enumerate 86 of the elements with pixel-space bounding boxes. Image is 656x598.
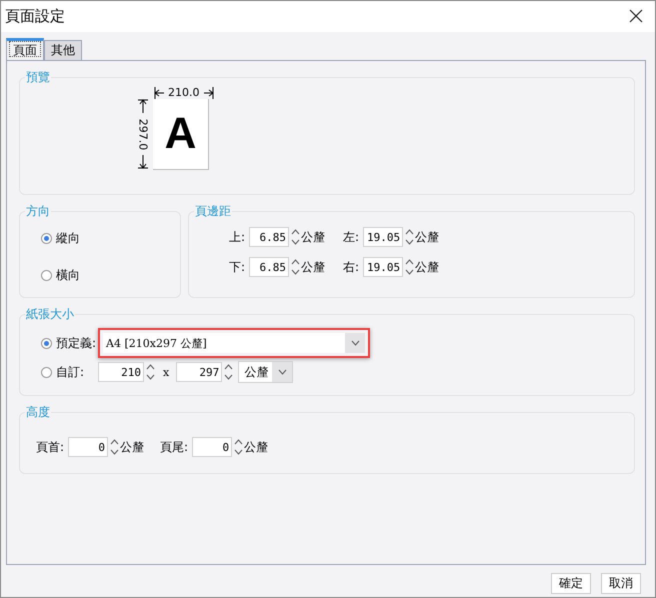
chevron-up-icon xyxy=(290,259,300,265)
chevron-up-icon xyxy=(290,229,300,235)
dialog-button[interactable]: 取消 xyxy=(601,573,641,594)
dialog-button[interactable]: 確定 xyxy=(551,573,591,594)
arrow-down-icon xyxy=(138,155,148,169)
chevron-up-icon xyxy=(404,229,414,235)
chevron-up-icon xyxy=(224,364,233,370)
spin-up-button[interactable] xyxy=(144,362,156,372)
radio-label: 縱向 xyxy=(56,230,80,247)
spin-down-button[interactable] xyxy=(403,237,416,247)
radio-button[interactable] xyxy=(41,338,52,348)
number-field[interactable]: 0 xyxy=(192,437,232,457)
radio-button[interactable] xyxy=(41,270,52,281)
number-field[interactable]: 19.05 xyxy=(363,257,404,277)
close-icon xyxy=(629,8,643,22)
field-label: 頁首: xyxy=(36,438,64,456)
chevron-down-icon xyxy=(234,449,243,455)
spin-up-button[interactable] xyxy=(108,437,120,447)
spin-down-button[interactable] xyxy=(403,267,416,277)
tab[interactable]: 其他 xyxy=(44,40,82,60)
spin-up-button[interactable] xyxy=(289,227,302,237)
spin-down-button[interactable] xyxy=(144,372,156,382)
field-label: 頁尾: xyxy=(160,438,188,456)
chevron-up-icon xyxy=(110,439,119,445)
chevron-down-icon xyxy=(404,239,414,245)
chevron-down-icon xyxy=(146,374,155,380)
arrow-up-icon xyxy=(138,99,148,113)
unit-label: 公釐 xyxy=(415,258,440,276)
window-title: 頁面設定 xyxy=(5,7,65,26)
unit-label: 公釐 xyxy=(415,228,440,246)
field-label: 左: xyxy=(343,228,360,246)
spin-down-button[interactable] xyxy=(289,267,302,277)
field-label: 下: xyxy=(229,258,246,276)
section-title: 紙張大小 xyxy=(25,306,75,323)
unit-label: 公釐 xyxy=(244,438,268,456)
chevron-down-icon xyxy=(224,374,233,380)
chevron-down-icon xyxy=(290,269,300,275)
chevron-down-icon xyxy=(278,369,287,375)
number-field[interactable]: 210 xyxy=(98,362,144,382)
spin-down-button[interactable] xyxy=(232,447,244,457)
spin-up-button[interactable] xyxy=(403,257,416,267)
page-letter: A xyxy=(164,109,196,159)
unit-label: 公釐 xyxy=(301,258,326,276)
times-sign: x xyxy=(163,366,170,378)
number-field[interactable]: 6.85 xyxy=(249,257,290,277)
spin-up-button[interactable] xyxy=(232,437,244,447)
number-field[interactable]: 0 xyxy=(68,437,108,457)
spin-down-button[interactable] xyxy=(108,447,120,457)
chevron-down-icon xyxy=(290,239,300,245)
spin-up-button[interactable] xyxy=(222,362,234,372)
dropdown[interactable]: A4 [210x297 公釐] xyxy=(103,333,366,353)
number-field[interactable]: 297 xyxy=(176,362,222,382)
close-button[interactable] xyxy=(629,8,645,24)
field-label: 右: xyxy=(343,258,360,276)
chevron-up-icon xyxy=(146,364,155,370)
spin-down-button[interactable] xyxy=(222,372,234,382)
radio-button[interactable] xyxy=(41,233,52,244)
height-dimension: 297.0 xyxy=(136,118,150,150)
radio-label: 預定義: xyxy=(56,334,96,352)
unit-dropdown[interactable]: 公釐 xyxy=(238,361,294,383)
arrow-right-icon xyxy=(204,86,214,98)
width-dimension: 210.0 xyxy=(168,86,200,99)
spin-down-button[interactable] xyxy=(289,237,302,247)
unit-label: 公釐 xyxy=(301,228,326,246)
section-title: 頁邊距 xyxy=(194,203,232,220)
dropdown-button[interactable] xyxy=(272,362,292,382)
spin-up-button[interactable] xyxy=(289,257,302,267)
chevron-down-icon xyxy=(350,340,360,346)
arrow-left-icon xyxy=(154,86,164,98)
tab[interactable]: 頁面 xyxy=(6,38,44,60)
number-field[interactable]: 19.05 xyxy=(363,227,404,247)
spin-up-button[interactable] xyxy=(403,227,416,237)
unit-label: 公釐 xyxy=(120,438,144,456)
section-title: 預覽 xyxy=(25,69,51,86)
dropdown-button[interactable] xyxy=(345,333,366,353)
radio-label: 橫向 xyxy=(56,267,80,284)
section-title: 高度 xyxy=(25,404,51,421)
number-field[interactable]: 6.85 xyxy=(249,227,290,247)
chevron-up-icon xyxy=(234,439,243,445)
chevron-down-icon xyxy=(110,449,119,455)
radio-button[interactable] xyxy=(41,366,52,378)
field-label: 上: xyxy=(229,228,246,246)
radio-label: 自訂: xyxy=(56,364,84,380)
chevron-up-icon xyxy=(404,259,414,265)
chevron-down-icon xyxy=(404,269,414,275)
section-title: 方向 xyxy=(25,203,51,220)
